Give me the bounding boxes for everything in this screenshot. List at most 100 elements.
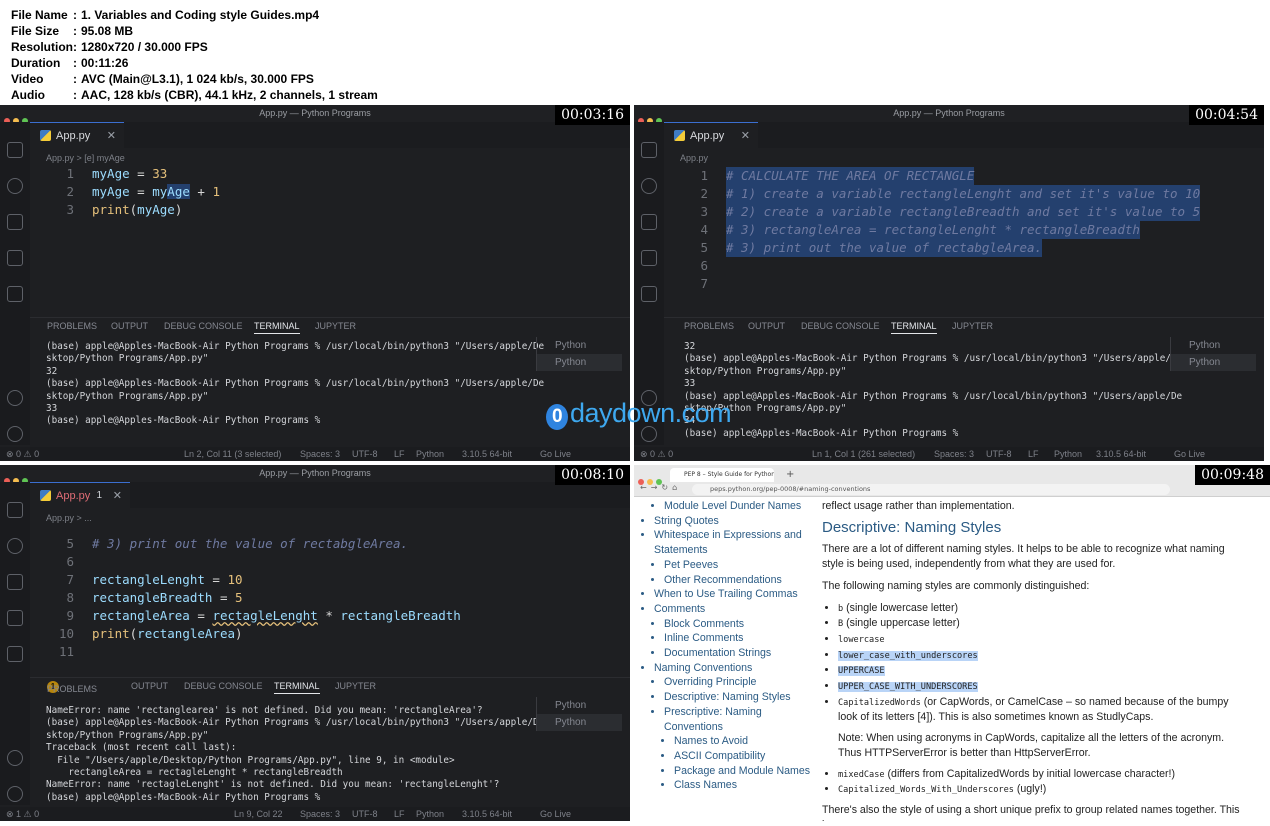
naming-styles-list: b (single lowercase letter) B (single up… [822,601,1242,726]
toc-link[interactable]: Documentation Strings [664,646,814,661]
terminal-instance[interactable]: Python [536,337,622,354]
toc-link[interactable]: Other Recommendations [664,573,814,588]
files-icon[interactable] [7,502,23,518]
toc-link[interactable]: Package and Module Names [674,764,814,779]
source-control-icon[interactable] [7,574,23,590]
toc-link[interactable]: Whitespace in Expressions and Statements [654,528,814,557]
panel-tabs: PROBLEMS OUTPUT DEBUG CONSOLE TERMINAL J… [664,317,1264,334]
file-info-header: File Name:1. Variables and Coding style … [0,0,1270,105]
run-debug-icon[interactable] [7,250,23,266]
tab-debug-console[interactable]: DEBUG CONSOLE [801,321,880,331]
tab-debug-console[interactable]: DEBUG CONSOLE [164,321,243,331]
python-file-icon [40,490,51,501]
nav-arrows-icon[interactable]: ←→↻⌂ [640,483,681,492]
go-live-button[interactable]: Go Live [540,807,571,821]
extensions-icon[interactable] [7,286,23,302]
terminal-instance[interactable]: Python [536,354,622,371]
code-editor[interactable]: 1 # CALCULATE THE AREA OF RECTANGLE 2 # 1)… [664,165,1264,315]
tab-debug-console[interactable]: DEBUG CONSOLE [184,681,263,691]
address-bar[interactable]: peps.python.org/pep-0008/#naming-convent… [692,484,1170,495]
tab-problems[interactable]: PROBLEMS 1 [47,681,97,694]
toc-link[interactable]: Naming Conventions [654,661,814,676]
run-debug-icon[interactable] [641,250,657,266]
toc-link[interactable]: Inline Comments [664,631,814,646]
close-tab-icon[interactable]: ✕ [113,483,122,509]
settings-gear-icon[interactable] [7,426,23,442]
tab-output[interactable]: OUTPUT [111,321,148,331]
tab-terminal[interactable]: TERMINAL [891,321,937,334]
tab-app-py[interactable]: App.py ✕ [664,122,758,148]
timestamp: 00:03:16 [555,105,630,125]
breadcrumb[interactable]: App.py > [e] myAge [46,153,125,163]
tab-app-py[interactable]: App.py 1 ✕ [30,482,130,508]
tab-jupyter[interactable]: JUPYTER [315,321,356,331]
tab-app-py[interactable]: App.py ✕ [30,122,124,148]
browser-tab[interactable]: PEP 8 – Style Guide for Python [670,468,774,482]
list-item: lowercase [838,632,1242,648]
list-item: lower_case_with_underscores [838,648,1242,664]
toc-link[interactable]: Comments [654,602,814,617]
terminal-instance[interactable]: Python [1170,354,1256,371]
toc-link[interactable]: Names to Avoid [674,734,814,749]
run-debug-icon[interactable] [7,610,23,626]
code-editor[interactable]: 5 # 3) print out the value of rectabgleAr… [30,525,630,675]
doc-content: reflect usage rather than implementation… [822,499,1242,821]
new-tab-icon[interactable]: + [786,469,794,480]
breadcrumb[interactable]: App.py [680,153,708,163]
tab-jupyter[interactable]: JUPYTER [952,321,993,331]
terminal-instance[interactable]: Python [536,697,622,714]
tab-terminal[interactable]: TERMINAL [274,681,320,694]
search-icon[interactable] [641,178,657,194]
code-editor[interactable]: 1 myAge = 33 2 myAge = myAge + 1 3 print(my… [30,165,630,315]
close-tab-icon[interactable]: ✕ [741,123,750,149]
toc-link[interactable]: Class Names [674,778,814,793]
terminal-instance[interactable]: Python [1170,337,1256,354]
toc-link[interactable]: String Quotes [654,514,814,529]
files-icon[interactable] [641,142,657,158]
files-icon[interactable] [7,142,23,158]
toc-link[interactable]: Module Level Dunder Names [664,499,814,514]
cursor-position[interactable]: Ln 1, Col 1 (261 selected) [812,447,915,461]
tab-output[interactable]: OUTPUT [748,321,785,331]
search-icon[interactable] [7,178,23,194]
terminal-output[interactable]: NameError: name 'rectanglearea' is not d… [46,705,544,804]
editor-tabs: App.py 1 ✕ [30,482,630,508]
close-tab-icon[interactable]: ✕ [107,123,116,149]
toc-link[interactable]: Pet Peeves [664,558,814,573]
list-item: UPPERCASE [838,663,1242,679]
source-control-icon[interactable] [641,214,657,230]
terminal-output[interactable]: (base) apple@Apples-MacBook-Air Python P… [46,341,544,428]
tab-terminal[interactable]: TERMINAL [254,321,300,334]
toc-link[interactable]: Descriptive: Naming Styles [664,690,814,705]
settings-gear-icon[interactable] [7,786,23,802]
tab-jupyter[interactable]: JUPYTER [335,681,376,691]
problems-status[interactable]: ⊗ 1 ⚠ 0 [6,807,39,821]
problems-status[interactable]: ⊗ 0 ⚠ 0 [640,447,673,461]
tab-problems[interactable]: PROBLEMS [684,321,734,331]
problems-status[interactable]: ⊗ 0 ⚠ 0 [6,447,39,461]
search-icon[interactable] [7,538,23,554]
toc-link[interactable]: Overriding Principle [664,675,814,690]
extensions-icon[interactable] [641,286,657,302]
account-icon[interactable] [7,390,23,406]
toc-link[interactable]: Prescriptive: Naming Conventions [664,705,814,734]
tab-problems[interactable]: PROBLEMS [47,321,97,331]
vscode-pane-3: App.py — Python Programs 00:08:10 App.py… [0,465,630,821]
terminal-instance[interactable]: Python [536,714,622,731]
breadcrumb[interactable]: App.py > ... [46,513,92,523]
browser-pane: PEP 8 – Style Guide for Python + ←→↻⌂ pe… [634,465,1270,821]
go-live-button[interactable]: Go Live [540,447,571,461]
tab-output[interactable]: OUTPUT [131,681,168,691]
window-title: App.py — Python Programs [0,465,630,482]
toc-link[interactable]: ASCII Compatibility [674,749,814,764]
go-live-button[interactable]: Go Live [1174,447,1205,461]
toc-link[interactable]: Block Comments [664,617,814,632]
extensions-icon[interactable] [7,646,23,662]
account-icon[interactable] [7,750,23,766]
terminal-output[interactable]: 32 (base) apple@Apples-MacBook-Air Pytho… [684,341,1182,440]
cursor-position[interactable]: Ln 2, Col 11 (3 selected) [184,447,281,461]
cursor-position[interactable]: Ln 9, Col 22 [234,807,283,821]
terminal-list: Python Python [536,337,622,371]
toc-link[interactable]: When to Use Trailing Commas [654,587,814,602]
source-control-icon[interactable] [7,214,23,230]
